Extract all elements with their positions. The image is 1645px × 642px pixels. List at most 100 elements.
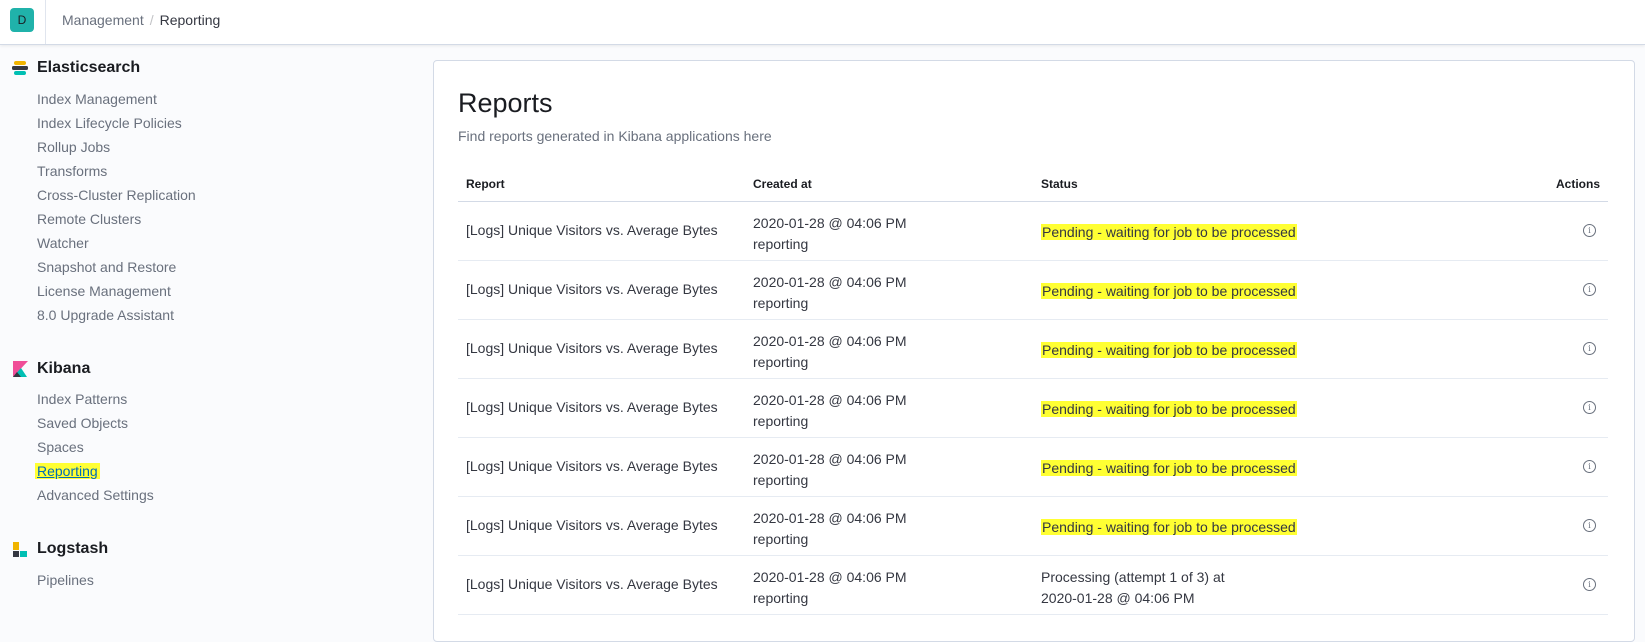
report-info-button[interactable]: i (1583, 342, 1596, 355)
info-icon: i (1583, 283, 1596, 296)
sidebar-item-saved-objects[interactable]: Saved Objects (37, 415, 128, 431)
created-date: 2020-01-28 @ 04:06 PM (753, 510, 907, 526)
sidebar-item-rollup-jobs[interactable]: Rollup Jobs (37, 139, 110, 155)
sidebar-item-reporting[interactable]: Reporting (35, 463, 100, 479)
info-icon: i (1583, 342, 1596, 355)
sidebar-item-snapshot-and-restore[interactable]: Snapshot and Restore (37, 259, 176, 275)
table-row: [Logs] Unique Visitors vs. Average Bytes… (458, 556, 1608, 615)
column-header-created-at[interactable]: Created at (753, 177, 812, 191)
status-text: Pending - waiting for job to be processe… (1041, 519, 1297, 535)
created-date: 2020-01-28 @ 04:06 PM (753, 274, 907, 290)
created-at: 2020-01-28 @ 04:06 PM reporting (753, 567, 907, 609)
created-user: reporting (753, 413, 809, 429)
elasticsearch-logo-icon (12, 61, 28, 75)
sidebar-item-advanced-settings[interactable]: Advanced Settings (37, 487, 154, 503)
report-status: Pending - waiting for job to be processe… (1041, 281, 1297, 302)
report-name: [Logs] Unique Visitors vs. Average Bytes (466, 222, 718, 238)
page-subtitle: Find reports generated in Kibana applica… (458, 128, 772, 144)
info-icon: i (1583, 401, 1596, 414)
table-row: [Logs] Unique Visitors vs. Average Bytes… (458, 379, 1608, 438)
table-row: [Logs] Unique Visitors vs. Average Bytes… (458, 202, 1608, 261)
created-user: reporting (753, 472, 809, 488)
info-icon: i (1583, 224, 1596, 237)
sidebar-group-logstash: Logstash (12, 540, 108, 558)
created-at: 2020-01-28 @ 04:06 PM reporting (753, 213, 907, 255)
column-header-actions: Actions (1555, 177, 1600, 191)
breadcrumb-reporting: Reporting (159, 12, 221, 28)
info-icon: i (1583, 578, 1596, 591)
created-date: 2020-01-28 @ 04:06 PM (753, 569, 907, 585)
breadcrumb-management[interactable]: Management (62, 12, 144, 28)
space-avatar[interactable]: D (10, 8, 34, 32)
sidebar-group-elasticsearch: Elasticsearch (12, 59, 140, 77)
created-date: 2020-01-28 @ 04:06 PM (753, 451, 907, 467)
report-name: [Logs] Unique Visitors vs. Average Bytes (466, 517, 718, 533)
status-text: Pending - waiting for job to be processe… (1041, 342, 1297, 358)
info-icon: i (1583, 519, 1596, 532)
created-user: reporting (753, 354, 809, 370)
created-user: reporting (753, 590, 809, 606)
created-date: 2020-01-28 @ 04:06 PM (753, 333, 907, 349)
created-user: reporting (753, 295, 809, 311)
status-text: Pending - waiting for job to be processe… (1041, 224, 1297, 240)
created-at: 2020-01-28 @ 04:06 PM reporting (753, 331, 907, 373)
table-header: Report Created at Status Actions (458, 165, 1608, 202)
sidebar-item-index-management[interactable]: Index Management (37, 91, 157, 107)
sidebar: Elasticsearch Index Management Index Lif… (0, 44, 420, 627)
breadcrumb: Management / Reporting (62, 12, 220, 28)
reports-table: Report Created at Status Actions [Logs] … (458, 165, 1608, 615)
sidebar-group-title: Kibana (37, 360, 91, 377)
created-user: reporting (753, 531, 809, 547)
status-text: Pending - waiting for job to be processe… (1041, 460, 1297, 476)
sidebar-group-kibana: Kibana (12, 360, 90, 378)
report-name: [Logs] Unique Visitors vs. Average Bytes (466, 458, 718, 474)
created-at: 2020-01-28 @ 04:06 PM reporting (753, 508, 907, 550)
header-divider (45, 0, 46, 44)
report-status: Pending - waiting for job to be processe… (1041, 222, 1297, 243)
report-info-button[interactable]: i (1583, 283, 1596, 296)
reports-panel: Reports Find reports generated in Kibana… (433, 60, 1635, 642)
sidebar-item-upgrade-assistant[interactable]: 8.0 Upgrade Assistant (37, 307, 174, 323)
column-header-report[interactable]: Report (466, 177, 505, 191)
report-status: Processing (attempt 1 of 3) at 2020-01-28… (1041, 567, 1225, 609)
created-date: 2020-01-28 @ 04:06 PM (753, 215, 907, 231)
table-row: [Logs] Unique Visitors vs. Average Bytes… (458, 320, 1608, 379)
sidebar-item-index-lifecycle-policies[interactable]: Index Lifecycle Policies (37, 115, 182, 131)
created-user: reporting (753, 236, 809, 252)
sidebar-item-cross-cluster-replication[interactable]: Cross-Cluster Replication (37, 187, 196, 203)
sidebar-item-license-management[interactable]: License Management (37, 283, 171, 299)
created-date: 2020-01-28 @ 04:06 PM (753, 392, 907, 408)
table-row: [Logs] Unique Visitors vs. Average Bytes… (458, 497, 1608, 556)
report-status: Pending - waiting for job to be processe… (1041, 340, 1297, 361)
sidebar-item-pipelines[interactable]: Pipelines (37, 572, 94, 588)
column-header-status[interactable]: Status (1041, 177, 1078, 191)
report-info-button[interactable]: i (1583, 224, 1596, 237)
status-timestamp: 2020-01-28 @ 04:06 PM (1041, 590, 1195, 606)
report-name: [Logs] Unique Visitors vs. Average Bytes (466, 576, 718, 592)
report-info-button[interactable]: i (1583, 401, 1596, 414)
status-text: Pending - waiting for job to be processe… (1041, 401, 1297, 417)
breadcrumb-separator: / (149, 12, 154, 28)
logstash-logo-icon (13, 542, 27, 557)
report-name: [Logs] Unique Visitors vs. Average Bytes (466, 340, 718, 356)
report-info-button[interactable]: i (1583, 460, 1596, 473)
report-status: Pending - waiting for job to be processe… (1041, 458, 1297, 479)
report-info-button[interactable]: i (1583, 519, 1596, 532)
sidebar-item-watcher[interactable]: Watcher (37, 235, 89, 251)
table-row: [Logs] Unique Visitors vs. Average Bytes… (458, 438, 1608, 497)
created-at: 2020-01-28 @ 04:06 PM reporting (753, 272, 907, 314)
report-name: [Logs] Unique Visitors vs. Average Bytes (466, 281, 718, 297)
top-bar: D Management / Reporting (0, 0, 1645, 45)
status-text: Processing (attempt 1 of 3) at (1041, 569, 1225, 585)
sidebar-item-index-patterns[interactable]: Index Patterns (37, 391, 127, 407)
sidebar-group-title: Elasticsearch (37, 59, 141, 76)
table-row: [Logs] Unique Visitors vs. Average Bytes… (458, 261, 1608, 320)
report-info-button[interactable]: i (1583, 578, 1596, 591)
created-at: 2020-01-28 @ 04:06 PM reporting (753, 390, 907, 432)
report-status: Pending - waiting for job to be processe… (1041, 517, 1297, 538)
sidebar-item-remote-clusters[interactable]: Remote Clusters (37, 211, 141, 227)
sidebar-item-spaces[interactable]: Spaces (37, 439, 84, 455)
report-name: [Logs] Unique Visitors vs. Average Bytes (466, 399, 718, 415)
status-text: Pending - waiting for job to be processe… (1041, 283, 1297, 299)
sidebar-item-transforms[interactable]: Transforms (37, 163, 107, 179)
